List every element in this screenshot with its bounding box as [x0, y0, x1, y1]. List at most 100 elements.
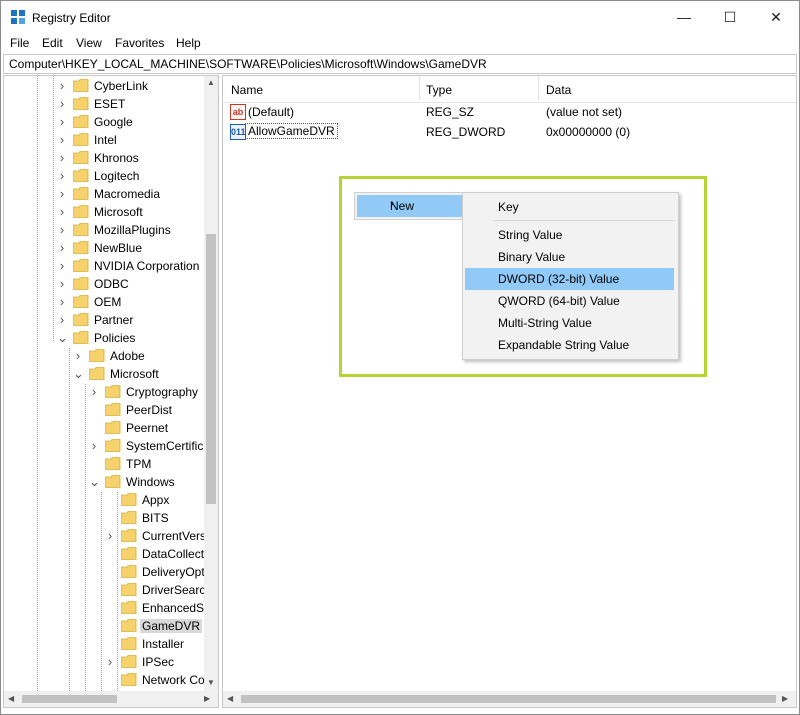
tree-item[interactable]: ⌄ Policies — [4, 329, 204, 347]
tree-item[interactable]: › Khronos — [4, 149, 204, 167]
tree-item[interactable]: › Logitech — [4, 167, 204, 185]
tree-item[interactable]: ⌄ Microsoft — [4, 365, 204, 383]
menu-favorites[interactable]: Favorites — [115, 36, 164, 50]
expand-chevron-icon[interactable]: › — [57, 257, 67, 275]
tree-item[interactable]: BITS — [4, 509, 204, 527]
expand-chevron-icon[interactable]: › — [57, 311, 67, 329]
value-data: 0x00000000 (0) — [546, 125, 631, 139]
tree-item[interactable]: EnhancedS — [4, 599, 204, 617]
expand-chevron-icon[interactable]: › — [57, 95, 67, 113]
expand-chevron-icon[interactable]: › — [57, 77, 67, 95]
expand-chevron-icon[interactable]: › — [57, 203, 67, 221]
tree-item-label: Logitech — [94, 169, 140, 183]
menu-separator — [493, 220, 674, 221]
tree-item[interactable]: › Intel — [4, 131, 204, 149]
menu-help[interactable]: Help — [176, 36, 201, 50]
list-row[interactable]: 011 AllowGameDVR REG_DWORD 0x00000000 (0… — [223, 121, 796, 141]
tree-item[interactable]: Appx — [4, 491, 204, 509]
folder-icon — [105, 439, 121, 452]
expand-chevron-icon[interactable]: › — [57, 275, 67, 293]
tree-item[interactable]: DeliveryOpt — [4, 563, 205, 581]
scroll-right-arrow-icon[interactable]: ▶ — [782, 694, 788, 703]
expand-chevron-icon[interactable]: › — [89, 383, 99, 401]
close-button[interactable]: ✕ — [753, 1, 799, 33]
menu-item-dword-value[interactable]: DWORD (32-bit) Value — [465, 268, 674, 290]
expand-chevron-icon[interactable]: › — [57, 185, 67, 203]
values-list-pane[interactable]: Name Type Data ab (Default) REG_SZ (valu… — [222, 75, 797, 692]
tree-item[interactable]: GameDVR — [4, 617, 204, 635]
menu-file[interactable]: File — [10, 36, 29, 50]
expand-chevron-icon[interactable]: › — [57, 221, 67, 239]
tree-item[interactable]: › MozillaPlugins — [4, 221, 204, 239]
menu-item-binary-value[interactable]: Binary Value — [465, 246, 674, 268]
scroll-left-arrow-icon[interactable]: ◀ — [227, 694, 233, 703]
collapse-chevron-icon[interactable]: ⌄ — [89, 473, 100, 491]
tree-item[interactable]: › ODBC — [4, 275, 204, 293]
expand-chevron-icon[interactable]: › — [105, 653, 115, 671]
scroll-right-arrow-icon[interactable]: ▶ — [204, 694, 210, 703]
expand-chevron-icon[interactable]: › — [57, 167, 67, 185]
menu-edit[interactable]: Edit — [42, 36, 63, 50]
tree-item[interactable]: › Cryptography — [4, 383, 204, 401]
tree-item[interactable]: TPM — [4, 455, 204, 473]
menu-item-multi-string-value[interactable]: Multi-String Value — [465, 312, 674, 334]
address-bar[interactable]: Computer\HKEY_LOCAL_MACHINE\SOFTWARE\Pol… — [3, 54, 797, 74]
tree-item[interactable]: › Macromedia — [4, 185, 204, 203]
minimize-button[interactable]: — — [661, 1, 707, 33]
menu-item-qword-value[interactable]: QWORD (64-bit) Value — [465, 290, 674, 312]
expand-chevron-icon[interactable]: › — [57, 131, 67, 149]
expand-chevron-icon[interactable]: › — [73, 347, 83, 365]
tree-scroll-thumb[interactable] — [206, 234, 216, 504]
menu-item-string-value[interactable]: String Value — [465, 224, 674, 246]
expand-chevron-icon[interactable]: › — [57, 149, 67, 167]
tree-item[interactable]: Peernet — [4, 419, 204, 437]
tree-item[interactable]: › OEM — [4, 293, 204, 311]
tree-item[interactable]: › CyberLink — [4, 77, 204, 95]
collapse-chevron-icon[interactable]: ⌄ — [73, 365, 84, 383]
menu-item-new[interactable]: New › — [357, 195, 462, 217]
list-horizontal-scrollbar[interactable]: ◀ ▶ — [222, 691, 797, 708]
expand-chevron-icon[interactable]: › — [57, 113, 67, 131]
tree-item[interactable]: PeerDist — [4, 401, 204, 419]
column-header-name[interactable]: Name — [231, 83, 263, 97]
tree-item[interactable]: DriverSearc — [4, 581, 205, 599]
expand-chevron-icon[interactable]: › — [89, 437, 99, 455]
list-hscroll-thumb[interactable] — [241, 695, 776, 703]
expand-chevron-icon[interactable]: › — [105, 527, 115, 545]
tree-item[interactable]: › CurrentVers — [4, 527, 206, 545]
column-divider[interactable] — [419, 76, 420, 100]
tree-item[interactable]: › NVIDIA Corporation — [4, 257, 204, 275]
tree-item[interactable]: Installer — [4, 635, 204, 653]
menu-item-expandable-string-value[interactable]: Expandable String Value — [465, 334, 674, 356]
menu-item-key[interactable]: Key — [465, 196, 674, 218]
tree-item[interactable]: ⌄ Windows — [4, 473, 204, 491]
folder-icon — [105, 475, 121, 488]
list-row[interactable]: ab (Default) REG_SZ (value not set) — [223, 101, 796, 121]
column-header-data[interactable]: Data — [546, 83, 571, 97]
tree-vertical-scrollbar[interactable]: ▲ ▼ — [204, 76, 218, 691]
tree-item[interactable]: DataCollect — [4, 545, 204, 563]
tree-item[interactable]: › Partner — [4, 311, 204, 329]
tree-item[interactable]: › Google — [4, 113, 204, 131]
tree-item[interactable]: › ESET — [4, 95, 204, 113]
tree-item[interactable]: › SystemCertific — [4, 437, 204, 455]
scroll-up-arrow-icon[interactable]: ▲ — [207, 78, 215, 87]
maximize-button[interactable]: ☐ — [707, 1, 753, 33]
scroll-left-arrow-icon[interactable]: ◀ — [8, 694, 14, 703]
tree-item[interactable]: Network Co — [4, 671, 205, 689]
tree-pane[interactable]: › CyberLink › ESET › Google › Intel › Khronos › Log… — [3, 75, 219, 692]
expand-chevron-icon[interactable]: › — [57, 239, 67, 257]
column-header-type[interactable]: Type — [426, 83, 452, 97]
column-divider[interactable] — [538, 76, 539, 100]
tree-horizontal-scrollbar[interactable]: ◀ ▶ — [3, 691, 219, 708]
tree-item[interactable]: › Microsoft — [4, 203, 204, 221]
collapse-chevron-icon[interactable]: ⌄ — [57, 329, 68, 347]
expand-chevron-icon[interactable]: › — [57, 293, 67, 311]
tree-item[interactable]: › Adobe — [4, 347, 204, 365]
tree-item[interactable]: › IPSec — [4, 653, 204, 671]
tree-item[interactable]: › NewBlue — [4, 239, 204, 257]
menu-view[interactable]: View — [76, 36, 102, 50]
tree-hscroll-thumb[interactable] — [22, 695, 117, 703]
scroll-down-arrow-icon[interactable]: ▼ — [207, 678, 215, 687]
